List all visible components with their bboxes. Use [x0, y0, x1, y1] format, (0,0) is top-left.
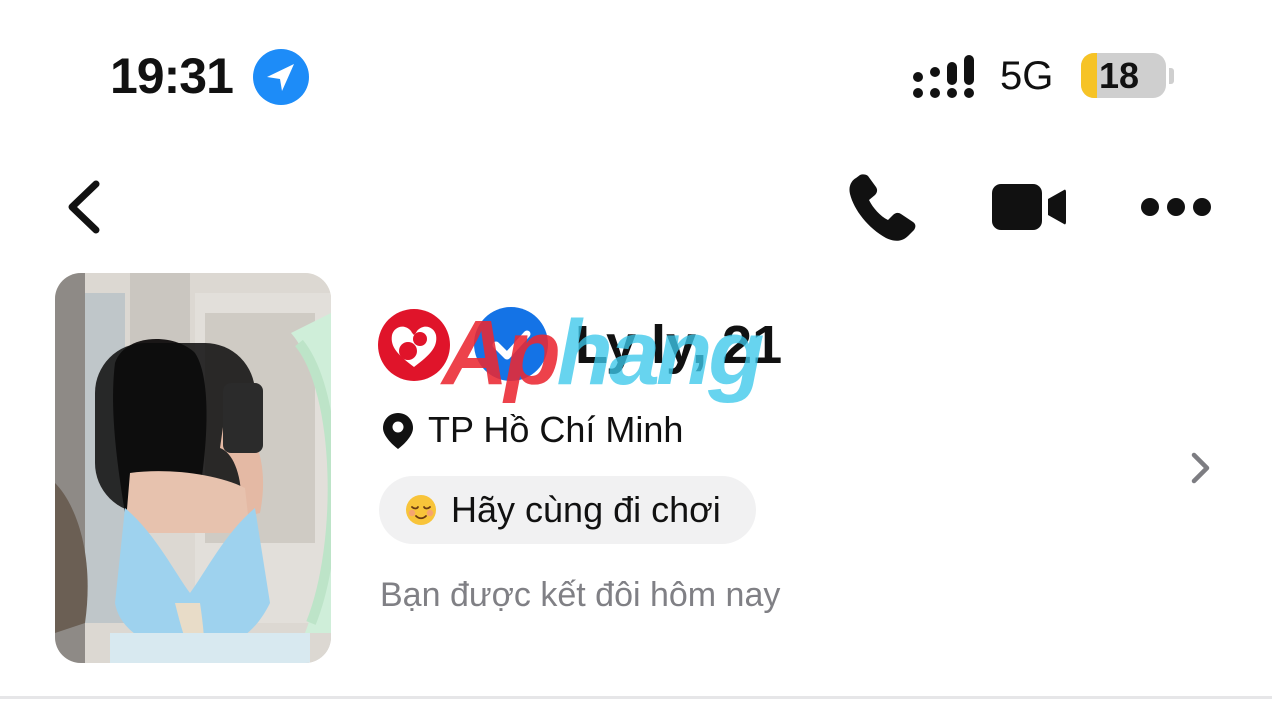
status-time: 19:31	[110, 48, 234, 104]
battery-cap	[1169, 68, 1174, 84]
video-camera-icon[interactable]	[992, 182, 1066, 232]
cellular-signal-icon	[913, 55, 974, 98]
location-pin-icon	[383, 413, 413, 449]
chat-profile-screen: 19:31 5G 18 Ly ly, 21 Aphang TP Hồ Chí M…	[0, 0, 1272, 713]
relieved-face-emoji-icon	[406, 495, 436, 525]
back-chevron-icon[interactable]	[60, 178, 110, 236]
verified-badge-icon	[474, 307, 548, 381]
profile-photo[interactable]	[55, 273, 331, 663]
battery-icon: 18	[1081, 53, 1166, 98]
match-heart-icon	[378, 309, 450, 381]
section-divider	[0, 696, 1272, 699]
intent-text: Hãy cùng đi chơi	[451, 489, 721, 530]
status-bar: 19:31 5G 18	[0, 0, 1272, 150]
chevron-right-icon[interactable]	[1186, 448, 1214, 488]
phone-call-icon[interactable]	[846, 172, 918, 244]
match-profile-card[interactable]: Ly ly, 21 Aphang TP Hồ Chí Minh Hãy cùng…	[0, 262, 1272, 682]
profile-location: TP Hồ Chí Minh	[428, 409, 684, 450]
intent-chip: Hãy cùng đi chơi	[379, 476, 756, 544]
profile-name-age: Ly ly, 21	[575, 315, 783, 375]
location-arrow-icon	[253, 49, 309, 105]
matched-today-note: Bạn được kết đôi hôm nay	[380, 576, 781, 614]
network-type: 5G	[1000, 54, 1054, 98]
battery-level: 18	[1099, 55, 1140, 96]
more-dots-icon[interactable]	[1138, 193, 1214, 221]
